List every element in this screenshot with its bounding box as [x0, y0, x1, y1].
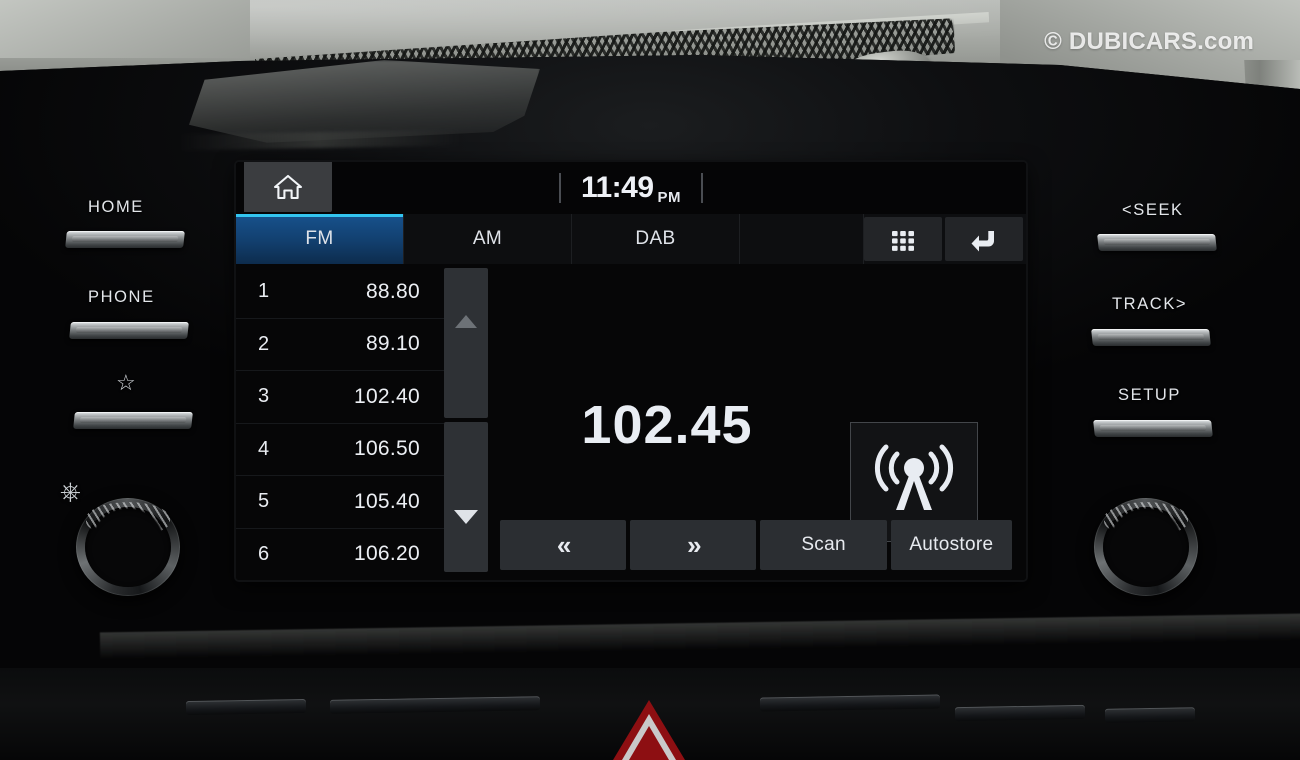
home-hardkey-label: HOME: [88, 198, 144, 216]
volume-knob[interactable]: [76, 498, 180, 596]
track-hardkey-label: TRACK>: [1112, 295, 1188, 313]
vent-slat: [329, 696, 541, 714]
tab-fm[interactable]: FM: [236, 214, 404, 264]
seek-hardkey-label: <SEEK: [1122, 201, 1184, 219]
tab-am-label: AM: [472, 228, 503, 249]
back-arrow-icon: [971, 231, 994, 252]
preset-number: 1: [258, 280, 270, 303]
tune-down-button[interactable]: «: [500, 520, 627, 570]
vent-slat: [1104, 707, 1196, 723]
preset-frequency: 89.10: [365, 332, 420, 356]
tab-bar-spacer: [740, 214, 864, 264]
autostore-button[interactable]: Autostore: [890, 520, 1012, 570]
preset-number: 2: [258, 332, 270, 355]
home-hardkey[interactable]: [65, 231, 185, 248]
tab-dab-label: DAB: [635, 228, 676, 249]
autostore-label: Autostore: [909, 534, 994, 555]
tune-up-button[interactable]: »: [630, 520, 757, 570]
tune-up-label: »: [687, 529, 702, 560]
infotainment-screen-bezel: 11:49 PM FM AM DAB 1 88.80 2 89.10 3 102…: [236, 162, 1026, 580]
clock: 11:49 PM: [236, 162, 1026, 214]
track-hardkey[interactable]: [1091, 329, 1211, 346]
preset-number: 3: [258, 385, 270, 408]
radio-broadcast-tower-icon: [874, 444, 954, 510]
preset-row-6[interactable]: 6 106.20: [236, 529, 444, 581]
tab-am[interactable]: AM: [404, 214, 572, 264]
preset-scrollbar: [444, 264, 488, 580]
preset-frequency: 102.40: [353, 384, 420, 408]
seek-hardkey[interactable]: [1097, 234, 1217, 251]
station-list-grid-button[interactable]: [864, 217, 942, 261]
hazard-light-button[interactable]: [612, 698, 686, 760]
scroll-down-arrow-icon: [454, 510, 478, 524]
clock-divider-left: [558, 173, 561, 203]
infotainment-photo: © DUBICARS.com 11:49 PM FM AM DAB 1 88.8…: [0, 0, 1300, 760]
favorite-star-icon: ☆: [116, 370, 136, 395]
setup-hardkey[interactable]: [1093, 420, 1213, 437]
preset-frequency: 105.40: [353, 489, 420, 513]
preset-row-4[interactable]: 4 106.50: [236, 424, 444, 476]
back-button[interactable]: [945, 217, 1023, 261]
preset-row-1[interactable]: 1 88.80: [236, 266, 444, 319]
scan-button[interactable]: Scan: [760, 520, 887, 570]
scroll-up-arrow-icon: [455, 314, 477, 328]
radio-main-body: 1 88.80 2 89.10 3 102.40 4 106.50 5 105.…: [236, 264, 1026, 580]
band-tab-bar: FM AM DAB: [236, 214, 1026, 264]
watermark: © DUBICARS.com: [1044, 28, 1254, 55]
infotainment-screen: 11:49 PM FM AM DAB 1 88.80 2 89.10 3 102…: [236, 162, 1026, 580]
tune-down-label: «: [556, 529, 572, 560]
preset-row-2[interactable]: 2 89.10: [236, 319, 444, 371]
preset-frequency: 106.20: [353, 542, 420, 566]
tab-dab[interactable]: DAB: [572, 214, 740, 264]
preset-number: 4: [258, 437, 270, 460]
current-frequency: 102.45: [581, 395, 753, 455]
grid-keypad-icon: [892, 231, 914, 251]
vent-slat: [185, 698, 307, 716]
favorite-hardkey[interactable]: [73, 412, 193, 429]
clock-time: 11:49: [580, 171, 654, 204]
dashboard-left-panel: [0, 0, 250, 58]
tuning-controls: « » Scan Autostore: [500, 520, 1012, 570]
clock-meridiem: PM: [657, 189, 682, 206]
power-icon: ⎈: [60, 476, 81, 506]
tab-fm-label: FM: [305, 228, 334, 249]
preset-number: 5: [258, 490, 270, 513]
status-bar: 11:49 PM: [236, 162, 1026, 214]
scroll-down-button[interactable]: [444, 422, 488, 572]
clock-divider-right: [701, 173, 704, 203]
phone-hardkey[interactable]: [69, 322, 189, 339]
preset-frequency: 106.50: [353, 437, 420, 461]
preset-frequency: 88.80: [365, 279, 420, 303]
lower-trim-panel: [0, 668, 1300, 760]
tune-knob[interactable]: [1094, 498, 1198, 596]
preset-row-5[interactable]: 5 105.40: [236, 476, 444, 529]
scan-label: Scan: [801, 534, 846, 555]
preset-row-3[interactable]: 3 102.40: [236, 371, 444, 424]
preset-list: 1 88.80 2 89.10 3 102.40 4 106.50 5 105.…: [236, 264, 444, 580]
setup-hardkey-label: SETUP: [1118, 386, 1182, 404]
phone-hardkey-label: PHONE: [88, 288, 155, 306]
hazard-triangle-inner-icon: [629, 726, 669, 760]
preset-number: 6: [258, 542, 270, 565]
scroll-up-button[interactable]: [444, 268, 488, 418]
vent-slat: [759, 694, 941, 712]
vent-slat: [954, 704, 1086, 722]
now-playing-area: 102.45 « » Scan Autostore: [488, 264, 1026, 580]
